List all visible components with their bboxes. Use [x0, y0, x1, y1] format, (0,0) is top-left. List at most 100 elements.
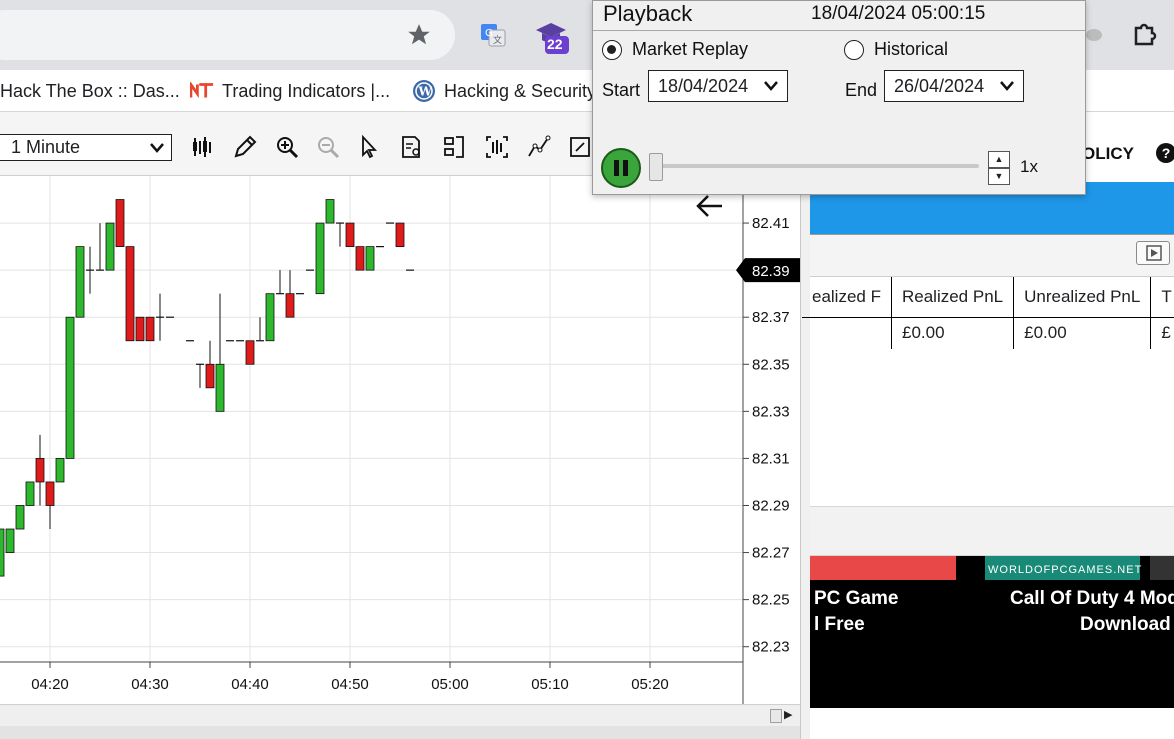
line-chart-tool-icon[interactable]	[524, 132, 554, 162]
data-box-icon[interactable]	[397, 132, 427, 162]
start-date-picker[interactable]: 18/04/2024	[648, 70, 788, 102]
table-cell	[802, 317, 892, 349]
chart-horizontal-scrollbar[interactable]: ▶	[0, 704, 800, 726]
post-title-line[interactable]: Download	[1080, 614, 1171, 636]
candle-up	[315, 222, 325, 295]
candle-up	[325, 199, 335, 224]
candle-up	[55, 458, 65, 483]
candle-down	[135, 316, 145, 342]
column-header[interactable]: T	[1150, 277, 1174, 318]
column-header[interactable]: ealized F	[802, 277, 892, 318]
graduation-cap-extension-icon[interactable]: 22	[533, 18, 573, 56]
radio-unselected-icon[interactable]	[844, 39, 864, 60]
price-tick-label: 82.23	[752, 639, 790, 656]
bar-type-icon[interactable]	[188, 132, 218, 162]
table-row[interactable]: £0.00 £0.00 £	[802, 317, 1174, 349]
draw-pencil-icon[interactable]	[230, 132, 260, 162]
wordpress-icon: W	[412, 80, 436, 102]
interval-dropdown[interactable]: 1 Minute	[0, 134, 172, 161]
post-title-line[interactable]: PC Game	[814, 588, 898, 610]
chart-window: 1 Minute 82.41 82.37 82.35 82.33 82.31 8…	[0, 112, 810, 739]
candle-down	[395, 222, 405, 248]
candle-down	[205, 363, 215, 389]
strategies-icon[interactable]	[482, 132, 512, 162]
pnl-table: ealized F Realized PnL Unrealized PnL T …	[802, 277, 1174, 349]
playback-current-time: 18/04/2024 05:00:15	[811, 3, 986, 24]
chevron-down-icon	[149, 135, 165, 168]
pnl-window-header	[810, 235, 1174, 277]
time-tick-label: 04:20	[31, 676, 69, 693]
video-play-icon[interactable]	[1136, 241, 1170, 265]
price-tick-label: 82.35	[752, 356, 790, 373]
zoom-in-icon[interactable]	[272, 132, 302, 162]
post-thumbnail[interactable]	[810, 556, 956, 580]
candle-down	[245, 340, 255, 365]
thumbnail-caption: WORLDOFPCGAMES.NET	[988, 564, 1143, 576]
market-replay-radio[interactable]: Market Replay	[602, 39, 748, 60]
bookmark-trading-indicators[interactable]: Trading Indicators |...	[190, 79, 390, 103]
speed-slider-thumb[interactable]	[649, 153, 663, 181]
candle-up	[265, 293, 275, 342]
time-tick-label: 05:20	[631, 676, 669, 693]
candle-down	[115, 199, 125, 248]
extensions-puzzle-icon[interactable]	[1128, 18, 1160, 50]
account-pnl-window: ealized F Realized PnL Unrealized PnL T …	[802, 234, 1174, 506]
candle-up	[75, 246, 85, 318]
time-tick-label: 04:40	[231, 676, 269, 693]
start-label: Start	[602, 80, 641, 100]
playback-speed-slider[interactable]	[656, 164, 979, 168]
price-tick-label: 82.27	[752, 545, 790, 562]
pointer-cursor-icon[interactable]	[354, 132, 384, 162]
time-axis: 04:20 04:30 04:40 04:50 05:00 05:10 05:20	[31, 662, 669, 693]
speed-decrease-button[interactable]: ▼	[988, 168, 1010, 185]
playback-speed-label: 1x	[1020, 157, 1038, 176]
historical-radio[interactable]: Historical	[844, 39, 948, 60]
radio-selected-icon[interactable]	[602, 39, 622, 60]
candle-down	[145, 316, 155, 342]
scroll-right-arrow-icon[interactable]: ▶	[784, 708, 792, 721]
post-title-line[interactable]: Call Of Duty 4 Mod	[1010, 588, 1174, 610]
chevron-down-icon	[763, 71, 779, 111]
bookmark-star-icon[interactable]	[404, 20, 434, 50]
table-cell: £0.00	[891, 317, 1015, 349]
bookmark-hackthebox[interactable]: Hack The Box :: Das...	[0, 79, 180, 103]
candle-down	[125, 246, 135, 342]
candle-up	[105, 222, 115, 271]
address-bar[interactable]	[0, 10, 455, 60]
end-date-picker[interactable]: 26/04/2024	[884, 70, 1024, 102]
related-posts-area: WORLDOFPCGAMES.NET PC Game l Free Call O…	[810, 556, 1174, 708]
indicators-icon[interactable]	[440, 132, 470, 162]
help-icon[interactable]: ?	[1156, 143, 1174, 163]
speed-increase-button[interactable]: ▲	[988, 151, 1010, 168]
zoom-out-icon[interactable]	[313, 132, 343, 162]
post-thumbnail[interactable]	[1150, 556, 1174, 580]
chart-window-edge	[800, 112, 810, 739]
bookmark-hacking-security[interactable]: W Hacking & Security	[412, 79, 596, 103]
price-tick-label: 82.37	[752, 309, 790, 326]
pause-button[interactable]	[601, 148, 641, 188]
policy-link[interactable]: OLICY	[1082, 144, 1134, 164]
column-header[interactable]: Realized PnL	[891, 277, 1015, 318]
price-tick-label: 82.31	[752, 450, 790, 467]
chart-status-strip	[0, 726, 800, 739]
last-price-label: 82.39	[752, 263, 790, 280]
candle-down	[45, 481, 55, 506]
candle-down	[355, 246, 365, 271]
google-translate-icon[interactable]: G文	[478, 20, 508, 50]
time-tick-label: 04:30	[131, 676, 169, 693]
post-title-line[interactable]: l Free	[814, 614, 865, 636]
time-tick-label: 05:10	[531, 676, 569, 693]
scroll-thumb[interactable]	[770, 709, 782, 723]
end-label: End	[845, 80, 878, 100]
window-title: Playback	[603, 1, 693, 26]
price-tick-label: 82.25	[752, 592, 790, 609]
chevron-down-icon	[999, 71, 1015, 111]
price-tick-label: 82.33	[752, 403, 790, 420]
candle-up	[65, 316, 75, 459]
column-header[interactable]: Unrealized PnL	[1013, 277, 1152, 318]
nt-logo-icon	[190, 80, 214, 102]
candle-down	[35, 458, 45, 483]
pause-icon	[614, 160, 619, 176]
price-chart[interactable]: 82.41 82.39 82.37 82.35 82.33 82.31 82.29 82.27…	[0, 176, 800, 704]
table-header-row: ealized F Realized PnL Unrealized PnL T	[802, 277, 1174, 318]
